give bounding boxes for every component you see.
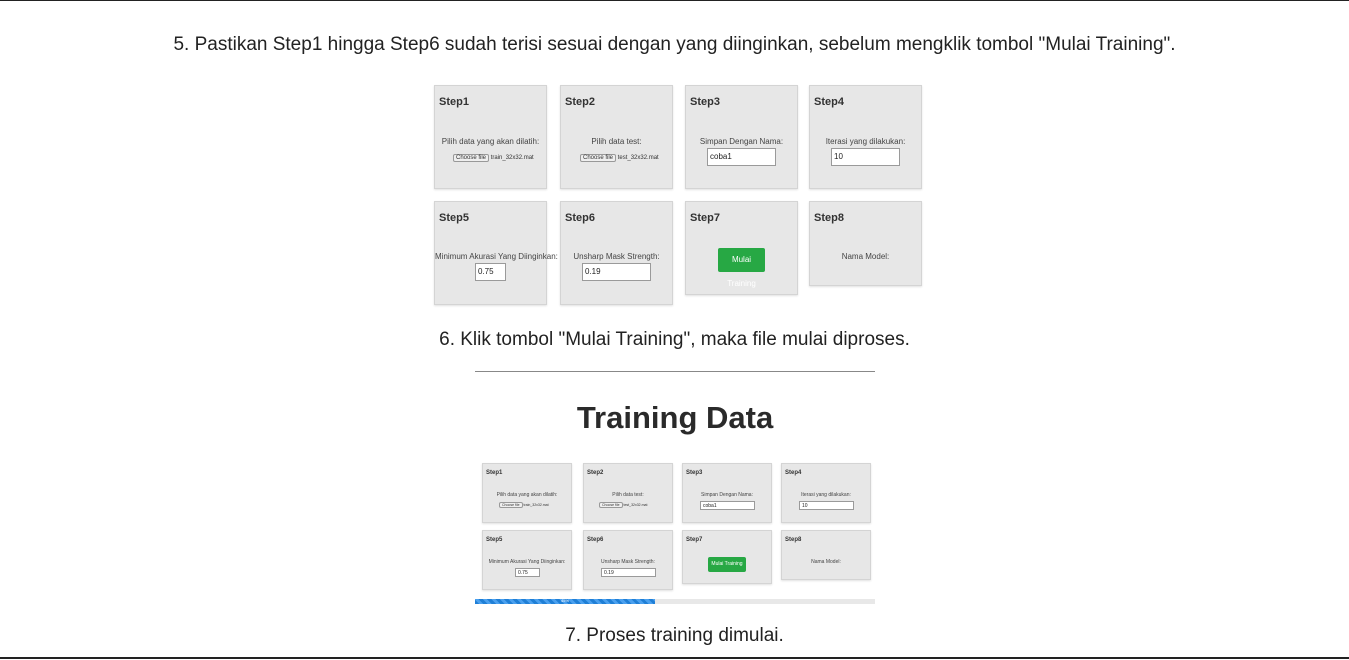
top-rule [0, 0, 1349, 1]
mulai-training-button[interactable]: Mulai Training [718, 248, 765, 288]
caption-step6: 6. Klik tombol "Mulai Training", maka fi… [439, 329, 910, 350]
progress-label: 45% [561, 598, 570, 603]
card-label: Unsharp Mask Strength: [601, 559, 655, 565]
iterations-input[interactable]: 10 [799, 501, 854, 510]
card-title: Step3 [690, 96, 720, 108]
mulai-training-button[interactable]: Mulai Training [708, 557, 746, 572]
choose-file-button[interactable]: Choose file [599, 502, 623, 508]
card-step1: Step1 Pilih data yang akan dilatih: Choo… [482, 463, 572, 523]
model-name-input[interactable]: coba1 [700, 501, 755, 510]
file-input-test[interactable]: Choose file test_32x32.mat [580, 154, 659, 162]
caption-step7: 7. Proses training dimulai. [565, 625, 784, 646]
card-title: Step4 [785, 470, 802, 476]
card-label: Pilih data yang akan dilatih: [496, 492, 558, 498]
iterations-input[interactable]: 10 [831, 148, 900, 166]
bottom-rule [0, 657, 1349, 659]
card-title: Step5 [439, 212, 469, 224]
card-label: Iterasi yang dilakukan: [801, 492, 851, 498]
file-input-train[interactable]: Choose file train_32x32.mat [453, 154, 534, 162]
card-title: Step6 [587, 537, 604, 543]
card-step5: Step5 Minimum Akurasi Yang Diinginkan: 0… [434, 201, 558, 305]
min-accuracy-input[interactable]: 0.75 [475, 263, 506, 281]
card-title: Step2 [587, 470, 604, 476]
file-name: test_32x32.mat [623, 503, 648, 507]
choose-file-button[interactable]: Choose file [580, 154, 617, 162]
card-step3: Step3 Simpan Dengan Nama: coba1 [682, 463, 772, 523]
card-step4: Step4 Iterasi yang dilakukan: 10 [809, 85, 922, 189]
card-title: Step6 [565, 212, 595, 224]
min-accuracy-input[interactable]: 0.75 [515, 568, 540, 577]
unsharp-mask-input[interactable]: 0.19 [601, 568, 656, 577]
figure-training-progress: Training Data Step1 Pilih data yang akan… [475, 371, 875, 606]
card-label: Simpan Dengan Nama: [701, 492, 753, 498]
file-input-train[interactable]: Choose file train_32x32.mat [499, 502, 549, 508]
model-name-input[interactable]: coba1 [707, 148, 776, 166]
card-label: Nama Model: [811, 559, 841, 565]
card-step1: Step1 Pilih data yang akan dilatih: Choo… [434, 85, 547, 189]
training-progress-bar: 45% [475, 598, 875, 604]
choose-file-button[interactable]: Choose file [499, 502, 523, 508]
card-label: Simpan Dengan Nama: [699, 137, 784, 146]
card-label: Pilih data test: [591, 137, 642, 146]
card-title: Step5 [486, 537, 503, 543]
card-label: Unsharp Mask Strength: [573, 252, 660, 261]
card-title: Step4 [814, 96, 844, 108]
card-step5: Step5 Minimum Akurasi Yang Diinginkan: 0… [482, 530, 572, 590]
card-step6: Step6 Unsharp Mask Strength: 0.19 [560, 201, 673, 305]
card-label: Nama Model: [841, 252, 890, 261]
page-title: Training Data [576, 400, 774, 435]
card-step7: Step7 Mulai Training [685, 201, 798, 295]
card-label: Minimum Akurasi Yang Diinginkan: [488, 559, 566, 565]
unsharp-mask-input[interactable]: 0.19 [582, 263, 651, 281]
card-title: Step1 [439, 96, 469, 108]
file-name: test_32x32.mat [617, 155, 659, 161]
file-name: train_32x32.mat [490, 155, 534, 161]
caption-step5: 5. Pastikan Step1 hingga Step6 sudah ter… [173, 34, 1176, 55]
file-input-test[interactable]: Choose file test_32x32.mat [599, 502, 647, 508]
card-title: Step2 [565, 96, 595, 108]
card-label: Pilih data test: [612, 492, 644, 498]
choose-file-button[interactable]: Choose file [453, 154, 490, 162]
card-label: Pilih data yang akan dilatih: [441, 137, 540, 146]
card-step6: Step6 Unsharp Mask Strength: 0.19 [583, 530, 673, 590]
card-label: Iterasi yang dilakukan: [825, 137, 906, 146]
card-title: Step8 [814, 212, 844, 224]
file-name: train_32x32.mat [523, 503, 549, 507]
card-label: Minimum Akurasi Yang Diinginkan: [435, 252, 558, 261]
card-step7: Step7 Mulai Training [682, 530, 772, 584]
card-step2: Step2 Pilih data test: Choose file test_… [560, 85, 673, 189]
card-title: Step1 [486, 470, 503, 476]
card-title: Step8 [785, 537, 802, 543]
card-step3: Step3 Simpan Dengan Nama: coba1 [685, 85, 798, 189]
card-title: Step3 [686, 470, 703, 476]
card-title: Step7 [686, 537, 703, 543]
card-step8: Step8 Nama Model: [809, 201, 922, 286]
card-step8: Step8 Nama Model: [781, 530, 871, 580]
card-step4: Step4 Iterasi yang dilakukan: 10 [781, 463, 871, 523]
card-title: Step7 [690, 212, 720, 224]
card-step2: Step2 Pilih data test: Choose file test_… [583, 463, 673, 523]
